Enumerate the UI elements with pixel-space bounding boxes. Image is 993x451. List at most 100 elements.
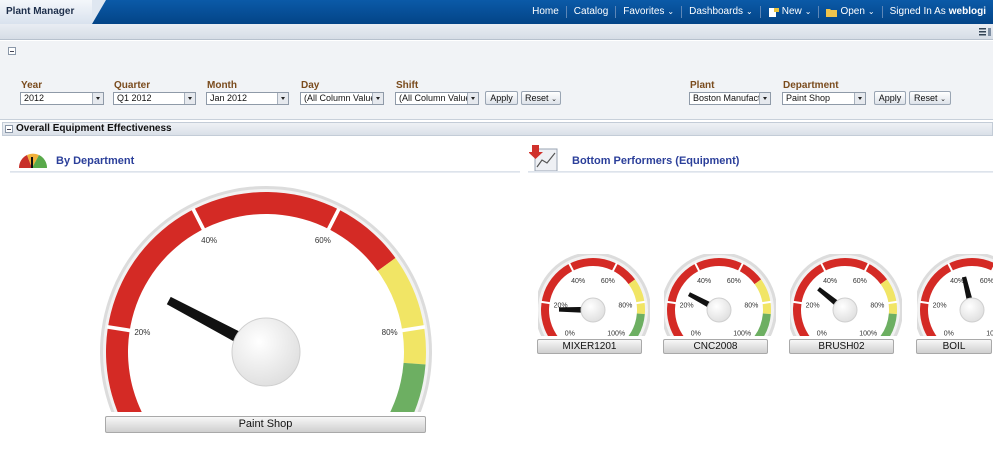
- gauge-tick-label: 0%: [691, 331, 701, 336]
- by-department-title: By Department: [56, 155, 135, 167]
- gauge-tick-label: 100%: [607, 331, 625, 336]
- prompts-collapse-icon[interactable]: [8, 47, 16, 55]
- dashboard-prompts: Year 2012 Quarter Q1 2012 Month Jan 2012…: [0, 41, 993, 120]
- gauge-hub: [959, 297, 985, 323]
- gauge-tick-label: 0%: [944, 331, 954, 336]
- chevron-down-icon: ⌄: [667, 7, 675, 16]
- view-title-rule: [10, 171, 520, 173]
- chevron-down-icon: ⌄: [867, 7, 875, 16]
- gauge-label: BOIL: [916, 339, 992, 354]
- signed-in-user: weblogi: [948, 6, 986, 17]
- view-title-rule: [528, 171, 993, 173]
- gauge-tick-label: 60%: [601, 278, 615, 285]
- gauge-label: CNC2008: [663, 339, 768, 354]
- page-options-icon[interactable]: [979, 27, 991, 37]
- gauge-hub: [231, 317, 301, 387]
- apply-button[interactable]: Apply: [874, 91, 906, 105]
- nav-open-label: Open: [840, 6, 865, 17]
- gauge-tick-label: 80%: [618, 302, 632, 309]
- chevron-down-icon: ⌄: [551, 96, 557, 103]
- equipment-gauge: 0%20%40%60%80%100%: [917, 254, 993, 336]
- gauge-hub: [580, 297, 606, 323]
- page-toolbar: [0, 24, 993, 40]
- section-title: Overall Equipment Effectiveness: [16, 123, 172, 134]
- gauge-hub: [706, 297, 732, 323]
- gauge-tick-label: 20%: [680, 302, 694, 309]
- equipment-gauge: 0% 20% 40% 60% 80% 100%: [664, 254, 776, 336]
- gauge-tick-label: 80%: [382, 328, 398, 337]
- global-nav: Home Catalog Favorites ⌄ Dashboards ⌄ Ne…: [525, 0, 993, 24]
- nav-home-link[interactable]: Home: [525, 6, 566, 18]
- section-collapse-icon[interactable]: [5, 125, 13, 133]
- gauge-tick-label: 80%: [744, 302, 758, 309]
- day-select[interactable]: (All Column Values): [300, 92, 384, 105]
- gauge-tick-label: 40%: [201, 236, 217, 245]
- nav-favorites-menu[interactable]: Favorites ⌄: [615, 6, 681, 18]
- gauge-tick-label: 60%: [315, 236, 331, 245]
- gauge-label-paint-shop: Paint Shop: [105, 416, 426, 433]
- nav-dashboards-menu[interactable]: Dashboards ⌄: [681, 6, 760, 18]
- chevron-down-icon: ⌄: [804, 7, 812, 16]
- plant-select[interactable]: Boston Manufact: [689, 92, 771, 105]
- shift-select[interactable]: (All Column Values): [395, 92, 479, 105]
- equipment-gauge: 0%20%40%60%80%100%: [790, 254, 902, 336]
- gauge-tick-label: 80%: [870, 302, 884, 309]
- department-gauge: 0%20%40%60%80%100%: [100, 185, 432, 412]
- equipment-gauge: 0%20%40%60%80%100%: [538, 254, 650, 336]
- gauge-tick-label: 60%: [980, 278, 993, 285]
- gauge-tick-label: 40%: [697, 278, 711, 285]
- gauge-tick-label: 40%: [823, 278, 837, 285]
- nav-new-label: New: [781, 6, 802, 17]
- app-tab[interactable]: Plant Manager: [0, 0, 92, 24]
- signed-in-label: Signed In As: [889, 6, 946, 17]
- year-label: Year: [21, 80, 43, 91]
- folder-icon: [826, 8, 838, 17]
- global-header: Plant Manager Home Catalog Favorites ⌄ D…: [0, 0, 993, 24]
- nav-dashboards-label: Dashboards: [689, 6, 744, 17]
- new-document-icon: [768, 7, 779, 17]
- gauge-tick-label: 100%: [733, 331, 751, 336]
- department-label: Department: [783, 80, 839, 91]
- gauge-tick-label: 60%: [853, 278, 867, 285]
- plant-value: Boston Manufact: [693, 93, 761, 103]
- dropdown-arrow-icon: [467, 93, 478, 104]
- gauge-label: BRUSH02: [789, 339, 894, 354]
- gauge-tick-label: 0%: [817, 331, 827, 336]
- gauge-hub: [832, 297, 858, 323]
- dropdown-arrow-icon: [92, 93, 103, 104]
- plant-label: Plant: [690, 80, 715, 91]
- gauge-tick-label: 60%: [727, 278, 741, 285]
- section-header: Overall Equipment Effectiveness: [2, 122, 993, 136]
- gauge-tick-label: 100%: [859, 331, 877, 336]
- quarter-value: Q1 2012: [117, 93, 152, 103]
- month-value: Jan 2012: [210, 93, 248, 103]
- signed-in-as[interactable]: Signed In As weblogi: [881, 6, 993, 18]
- department-select[interactable]: Paint Shop: [782, 92, 866, 105]
- nav-open-menu[interactable]: Open ⌄: [818, 6, 881, 18]
- dropdown-arrow-icon: [184, 93, 195, 104]
- reset-button[interactable]: Reset ⌄: [521, 91, 561, 105]
- nav-catalog-link[interactable]: Catalog: [565, 6, 615, 18]
- gauge-tick-label: 20%: [933, 302, 947, 309]
- department-value: Paint Shop: [786, 93, 831, 103]
- year-select[interactable]: 2012: [20, 92, 104, 105]
- gauge-tick-label: 40%: [950, 278, 964, 285]
- chevron-down-icon: ⌄: [940, 96, 946, 103]
- bottom-performers-title: Bottom Performers (Equipment): [572, 155, 740, 167]
- month-label: Month: [207, 80, 237, 91]
- gauge-tick-label: 0%: [565, 331, 575, 336]
- dropdown-arrow-icon: [277, 93, 288, 104]
- nav-new-menu[interactable]: New ⌄: [759, 6, 819, 18]
- reset-label: Reset: [525, 93, 549, 103]
- day-label: Day: [301, 80, 320, 91]
- dropdown-arrow-icon: [854, 93, 865, 104]
- dropdown-arrow-icon: [759, 93, 770, 104]
- reset-button[interactable]: Reset ⌄: [909, 91, 951, 105]
- year-value: 2012: [24, 93, 45, 103]
- month-select[interactable]: Jan 2012: [206, 92, 289, 105]
- shift-label: Shift: [396, 80, 419, 91]
- quarter-select[interactable]: Q1 2012: [113, 92, 196, 105]
- gauge-label: MIXER1201: [537, 339, 642, 354]
- gauge-tick-label: 20%: [134, 328, 150, 337]
- apply-button[interactable]: Apply: [485, 91, 518, 105]
